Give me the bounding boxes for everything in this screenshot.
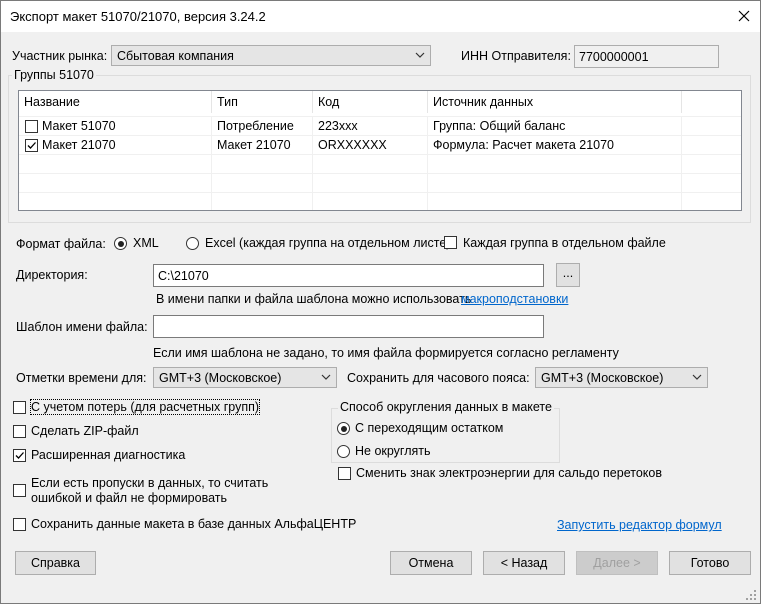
empty-row (19, 192, 741, 210)
name-cell: Макет 21070 (19, 136, 212, 155)
inn-field: 7700000001 (574, 45, 719, 68)
type-cell: Потребление (212, 117, 313, 136)
title-bar: Экспорт макет 51070/21070, версия 3.24.2 (1, 1, 760, 32)
close-icon (738, 10, 750, 22)
excel-label[interactable]: Excel (каждая группа на отдельном листе) (205, 236, 450, 250)
close-button[interactable] (731, 4, 757, 28)
done-button[interactable]: Готово (669, 551, 751, 575)
formula-editor-link[interactable]: Запустить редактор формул (557, 518, 722, 532)
market-select[interactable]: Сбытовая компания (111, 45, 431, 66)
extended-diag-checkbox[interactable] (13, 449, 26, 462)
column-header-code[interactable]: Код (313, 91, 428, 113)
groups-title: Группы 51070 (12, 68, 96, 82)
save-tz-value: GMT+3 (Московское) (541, 371, 664, 385)
rounding-carry-label[interactable]: С переходящим остатком (355, 421, 503, 435)
chevron-down-icon (692, 374, 702, 380)
excel-radio[interactable] (186, 237, 199, 250)
timestamps-select[interactable]: GMT+3 (Московское) (153, 367, 337, 388)
format-label: Формат файла: (16, 237, 106, 251)
save-tz-label: Сохранить для часового пояса: (347, 371, 530, 385)
change-sign-label[interactable]: Сменить знак электроэнергии для сальдо п… (356, 466, 662, 480)
table-row[interactable]: Макет 51070 Потребление 223xxx Группа: О… (19, 116, 741, 136)
save-tz-select[interactable]: GMT+3 (Московское) (535, 367, 708, 388)
row-name: Макет 21070 (42, 138, 116, 152)
name-cell: Макет 51070 (19, 117, 212, 136)
rounding-none-label[interactable]: Не округлять (355, 444, 431, 458)
market-value: Сбытовая компания (117, 49, 234, 63)
zip-checkbox[interactable] (13, 425, 26, 438)
extended-diag-label[interactable]: Расширенная диагностика (31, 448, 185, 462)
export-dialog: Экспорт макет 51070/21070, версия 3.24.2… (0, 0, 761, 604)
checkmark-icon (15, 452, 24, 459)
macro-link[interactable]: макроподстановки (461, 292, 568, 306)
xml-radio[interactable] (114, 237, 127, 250)
chevron-down-icon (321, 374, 331, 380)
column-header-source[interactable]: Источник данных (428, 91, 682, 113)
timestamps-label: Отметки времени для: (16, 371, 147, 385)
rounding-carry-radio[interactable] (337, 422, 350, 435)
template-label: Шаблон имени файла: (16, 320, 148, 334)
directory-value: C:\21070 (158, 269, 209, 283)
cancel-button[interactable]: Отмена (390, 551, 472, 575)
save-db-label[interactable]: Сохранить данные макета в базе данных Ал… (31, 517, 356, 531)
browse-button[interactable]: ... (556, 263, 580, 287)
chevron-down-icon (415, 52, 425, 58)
save-db-checkbox[interactable] (13, 518, 26, 531)
inn-label: ИНН Отправителя: (461, 49, 571, 63)
back-button[interactable]: < Назад (483, 551, 565, 575)
code-cell: ORXXXXXX (313, 136, 428, 155)
row-checkbox[interactable] (25, 139, 38, 152)
rounding-title: Способ округления данных в макете (338, 400, 554, 414)
row-name: Макет 51070 (42, 119, 116, 133)
change-sign-checkbox[interactable] (338, 467, 351, 480)
template-hint: Если имя шаблона не задано, то имя файла… (153, 346, 619, 360)
window-title: Экспорт макет 51070/21070, версия 3.24.2 (10, 9, 266, 24)
directory-input[interactable]: C:\21070 (153, 264, 544, 287)
source-cell: Группа: Общий баланс (428, 117, 682, 136)
market-label: Участник рынка: (12, 49, 108, 63)
type-cell: Макет 21070 (212, 136, 313, 155)
groups-table[interactable]: Название Тип Код Источник данных Макет 5… (18, 90, 742, 211)
next-button[interactable]: Далее > (576, 551, 658, 575)
gaps-label-line2[interactable]: ошибкой и файл не формировать (31, 491, 227, 505)
row-checkbox[interactable] (25, 120, 38, 133)
gaps-checkbox[interactable] (13, 484, 26, 497)
timestamps-value: GMT+3 (Московское) (159, 371, 282, 385)
checkmark-icon (27, 142, 36, 149)
source-cell: Формула: Расчет макета 21070 (428, 136, 682, 155)
resize-grip-icon[interactable] (745, 589, 757, 601)
empty-row (19, 173, 741, 193)
column-header-name[interactable]: Название (19, 91, 212, 113)
template-input[interactable] (153, 315, 544, 338)
rounding-none-radio[interactable] (337, 445, 350, 458)
separate-file-checkbox[interactable] (444, 236, 457, 249)
code-cell: 223xxx (313, 117, 428, 136)
help-button[interactable]: Справка (15, 551, 96, 575)
losses-label[interactable]: С учетом потерь (для расчетных групп) (29, 399, 261, 415)
losses-checkbox[interactable] (13, 401, 26, 414)
inn-value: 7700000001 (579, 50, 649, 64)
separate-file-label[interactable]: Каждая группа в отдельном файле (463, 236, 666, 250)
xml-label[interactable]: XML (133, 236, 159, 250)
zip-label[interactable]: Сделать ZIP-файл (31, 424, 139, 438)
directory-hint: В имени папки и файла шаблона можно испо… (156, 292, 472, 306)
empty-row (19, 154, 741, 174)
directory-label: Директория: (16, 268, 88, 282)
column-header-type[interactable]: Тип (212, 91, 313, 113)
table-row[interactable]: Макет 21070 Макет 21070 ORXXXXXX Формула… (19, 135, 741, 155)
gaps-label-line1[interactable]: Если есть пропуски в данных, то считать (31, 476, 268, 490)
